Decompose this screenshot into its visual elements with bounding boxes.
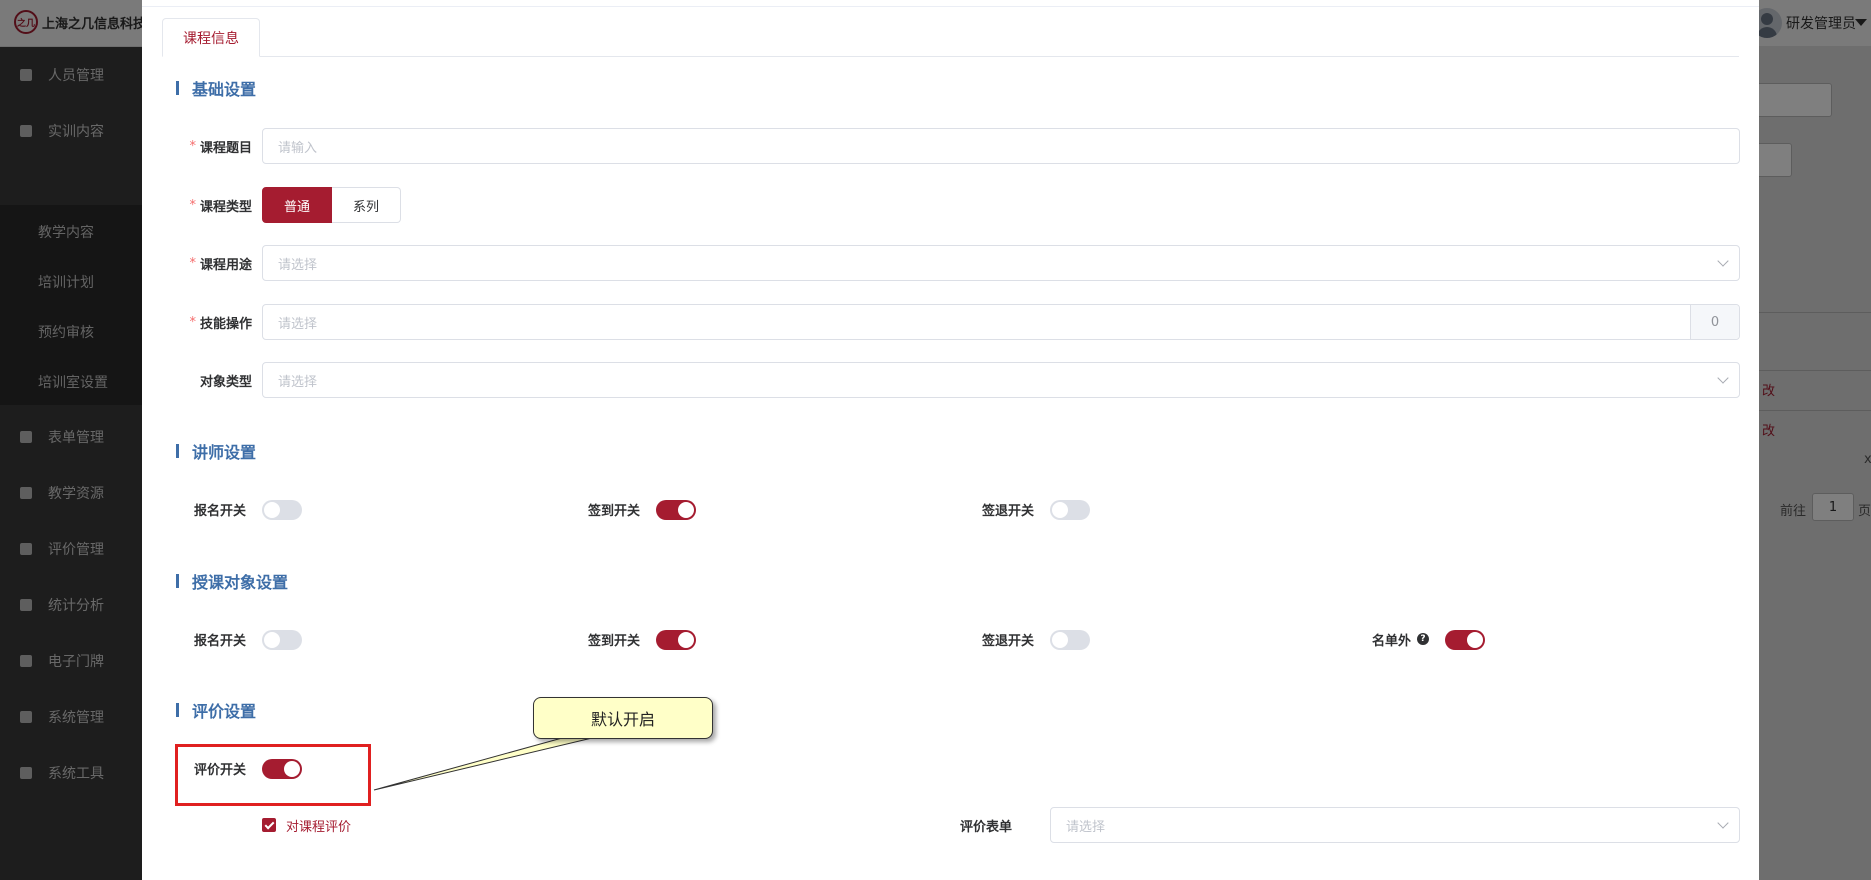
- whitelist-switch[interactable]: [1445, 630, 1485, 650]
- highlight-box: [175, 744, 371, 806]
- course-type-radio-group: 普通 系列: [262, 187, 401, 223]
- section-evaluation: 评价设置: [176, 700, 256, 721]
- audience-signup-switch[interactable]: [262, 630, 302, 650]
- evaluation-form-select[interactable]: 请选择: [1050, 807, 1740, 843]
- course-usage-label: * 课程用途: [189, 255, 252, 273]
- lecturer-signup-label: 报名开关: [194, 503, 247, 519]
- skill-operation-select[interactable]: 请选择 0: [262, 304, 1740, 340]
- audience-checkout-switch[interactable]: [1050, 630, 1090, 650]
- lecturer-checkout-label: 签退开关: [982, 503, 1035, 519]
- skill-operation-label: * 技能操作: [189, 314, 252, 332]
- section-lecturer: 讲师设置: [176, 441, 256, 462]
- audience-checkin-label: 签到开关: [588, 633, 641, 649]
- section-basic: 基础设置: [176, 78, 256, 99]
- chevron-down-icon: [1717, 372, 1729, 384]
- lecturer-signup-switch[interactable]: [262, 500, 302, 520]
- audience-checkin-switch[interactable]: [656, 630, 696, 650]
- tab-course-info[interactable]: 课程信息: [162, 18, 260, 57]
- course-usage-select[interactable]: 请选择: [262, 245, 1740, 281]
- callout-note: 默认开启: [533, 697, 713, 739]
- chevron-down-icon: [1717, 817, 1729, 829]
- chevron-down-icon: [1717, 255, 1729, 267]
- lecturer-checkout-switch[interactable]: [1050, 500, 1090, 520]
- lecturer-checkin-switch[interactable]: [656, 500, 696, 520]
- audience-checkout-label: 签退开关: [982, 633, 1035, 649]
- object-type-select[interactable]: 请选择: [262, 362, 1740, 398]
- object-type-label: 对象类型: [199, 374, 252, 390]
- course-title-label: * 课程题目: [189, 138, 252, 156]
- course-type-label: * 课程类型: [189, 197, 252, 215]
- course-evaluation-label[interactable]: 对课程评价: [286, 816, 351, 835]
- tab-bar: [162, 56, 1739, 57]
- whitelist-label: 名单外?: [1372, 628, 1430, 650]
- lecturer-checkin-label: 签到开关: [588, 503, 641, 519]
- course-type-series-button[interactable]: 系列: [332, 187, 401, 223]
- section-audience: 授课对象设置: [176, 571, 288, 592]
- skill-count-badge: 0: [1690, 305, 1739, 339]
- question-help-icon[interactable]: ?: [1417, 633, 1430, 645]
- course-type-normal-button[interactable]: 普通: [262, 187, 332, 223]
- evaluation-form-label: 评价表单: [959, 819, 1012, 835]
- course-title-input[interactable]: 请输入: [262, 128, 1740, 164]
- course-evaluation-checkbox[interactable]: [262, 818, 276, 832]
- audience-signup-label: 报名开关: [194, 633, 247, 649]
- course-dialog: 课程信息 基础设置 * 课程题目 请输入 * 课程类型 普通 系列 * 课程用途 请选…: [142, 0, 1759, 880]
